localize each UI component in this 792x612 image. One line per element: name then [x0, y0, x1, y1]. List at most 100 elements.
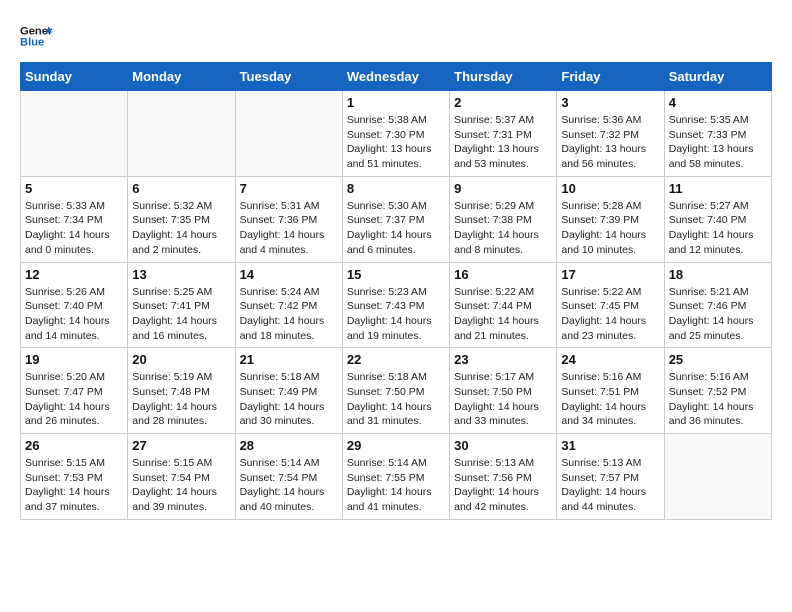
calendar-cell: 16Sunrise: 5:22 AMSunset: 7:44 PMDayligh… — [450, 262, 557, 348]
calendar-cell: 4 Sunrise: 5:35 AMSunset: 7:33 PMDaylight… — [664, 91, 771, 177]
calendar-cell — [664, 434, 771, 520]
day-info: Sunrise: 5:16 AMSunset: 7:51 PMDaylight:… — [561, 370, 659, 429]
calendar-cell — [235, 91, 342, 177]
calendar-cell: 2 Sunrise: 5:37 AMSunset: 7:31 PMDaylight… — [450, 91, 557, 177]
svg-text:Blue: Blue — [20, 37, 44, 49]
day-info: Sunrise: 5:28 AMSunset: 7:39 PMDaylight:… — [561, 199, 659, 258]
calendar-cell: 25 Sunrise: 5:16 AMSunset: 7:52 PMDayligh… — [664, 348, 771, 434]
calendar-cell: 26 Sunrise: 5:15 AMSunset: 7:53 PMDayligh… — [21, 434, 128, 520]
day-info: Sunrise: 5:37 AMSunset: 7:31 PMDaylight:… — [454, 113, 552, 172]
calendar-week-row: 12 Sunrise: 5:26 AMSunset: 7:40 PMDayligh… — [21, 262, 772, 348]
weekday-header-tuesday: Tuesday — [235, 63, 342, 91]
day-number: 21 — [240, 352, 338, 367]
day-info: Sunrise: 5:13 AMSunset: 7:57 PMDaylight:… — [561, 456, 659, 515]
day-number: 2 — [454, 95, 552, 110]
day-info: Sunrise: 5:32 AMSunset: 7:35 PMDaylight:… — [132, 199, 230, 258]
day-info: Sunrise: 5:35 AMSunset: 7:33 PMDaylight:… — [669, 113, 767, 172]
day-number: 6 — [132, 181, 230, 196]
calendar-cell: 7 Sunrise: 5:31 AMSunset: 7:36 PMDaylight… — [235, 176, 342, 262]
day-number: 14 — [240, 267, 338, 282]
day-number: 24 — [561, 352, 659, 367]
calendar-cell: 29Sunrise: 5:14 AMSunset: 7:55 PMDayligh… — [342, 434, 449, 520]
calendar-cell — [21, 91, 128, 177]
day-number: 12 — [25, 267, 123, 282]
weekday-header-wednesday: Wednesday — [342, 63, 449, 91]
day-number: 23 — [454, 352, 552, 367]
calendar-cell: 27 Sunrise: 5:15 AMSunset: 7:54 PMDayligh… — [128, 434, 235, 520]
day-info: Sunrise: 5:15 AMSunset: 7:53 PMDaylight:… — [25, 456, 123, 515]
calendar-cell: 8Sunrise: 5:30 AMSunset: 7:37 PMDaylight… — [342, 176, 449, 262]
calendar-cell: 28Sunrise: 5:14 AMSunset: 7:54 PMDayligh… — [235, 434, 342, 520]
calendar-cell: 22Sunrise: 5:18 AMSunset: 7:50 PMDayligh… — [342, 348, 449, 434]
day-number: 7 — [240, 181, 338, 196]
day-number: 27 — [132, 438, 230, 453]
day-info: Sunrise: 5:26 AMSunset: 7:40 PMDaylight:… — [25, 285, 123, 344]
calendar-cell: 6 Sunrise: 5:32 AMSunset: 7:35 PMDaylight… — [128, 176, 235, 262]
calendar-week-row: 1Sunrise: 5:38 AMSunset: 7:30 PMDaylight… — [21, 91, 772, 177]
calendar-cell: 5 Sunrise: 5:33 AMSunset: 7:34 PMDaylight… — [21, 176, 128, 262]
day-info: Sunrise: 5:22 AMSunset: 7:45 PMDaylight:… — [561, 285, 659, 344]
calendar-cell: 3 Sunrise: 5:36 AMSunset: 7:32 PMDaylight… — [557, 91, 664, 177]
day-info: Sunrise: 5:29 AMSunset: 7:38 PMDaylight:… — [454, 199, 552, 258]
day-info: Sunrise: 5:31 AMSunset: 7:36 PMDaylight:… — [240, 199, 338, 258]
calendar-cell: 20Sunrise: 5:19 AMSunset: 7:48 PMDayligh… — [128, 348, 235, 434]
calendar-cell: 19Sunrise: 5:20 AMSunset: 7:47 PMDayligh… — [21, 348, 128, 434]
calendar-cell: 15 Sunrise: 5:23 AMSunset: 7:43 PMDayligh… — [342, 262, 449, 348]
day-number: 29 — [347, 438, 445, 453]
calendar-cell: 13 Sunrise: 5:25 AMSunset: 7:41 PMDayligh… — [128, 262, 235, 348]
calendar-cell: 24 Sunrise: 5:16 AMSunset: 7:51 PMDayligh… — [557, 348, 664, 434]
day-number: 1 — [347, 95, 445, 110]
weekday-header-saturday: Saturday — [664, 63, 771, 91]
day-info: Sunrise: 5:21 AMSunset: 7:46 PMDaylight:… — [669, 285, 767, 344]
day-info: Sunrise: 5:14 AMSunset: 7:54 PMDaylight:… — [240, 456, 338, 515]
calendar-cell: 23 Sunrise: 5:17 AMSunset: 7:50 PMDayligh… — [450, 348, 557, 434]
day-number: 26 — [25, 438, 123, 453]
calendar-cell: 21 Sunrise: 5:18 AMSunset: 7:49 PMDayligh… — [235, 348, 342, 434]
day-number: 17 — [561, 267, 659, 282]
day-number: 19 — [25, 352, 123, 367]
calendar-cell: 11 Sunrise: 5:27 AMSunset: 7:40 PMDayligh… — [664, 176, 771, 262]
day-info: Sunrise: 5:36 AMSunset: 7:32 PMDaylight:… — [561, 113, 659, 172]
day-number: 31 — [561, 438, 659, 453]
weekday-header-sunday: Sunday — [21, 63, 128, 91]
day-number: 11 — [669, 181, 767, 196]
day-info: Sunrise: 5:16 AMSunset: 7:52 PMDaylight:… — [669, 370, 767, 429]
day-info: Sunrise: 5:15 AMSunset: 7:54 PMDaylight:… — [132, 456, 230, 515]
day-info: Sunrise: 5:18 AMSunset: 7:49 PMDaylight:… — [240, 370, 338, 429]
day-info: Sunrise: 5:13 AMSunset: 7:56 PMDaylight:… — [454, 456, 552, 515]
day-number: 3 — [561, 95, 659, 110]
day-info: Sunrise: 5:33 AMSunset: 7:34 PMDaylight:… — [25, 199, 123, 258]
day-number: 13 — [132, 267, 230, 282]
calendar-week-row: 19Sunrise: 5:20 AMSunset: 7:47 PMDayligh… — [21, 348, 772, 434]
logo: General Blue — [20, 20, 52, 52]
day-number: 8 — [347, 181, 445, 196]
day-number: 4 — [669, 95, 767, 110]
calendar-cell: 18Sunrise: 5:21 AMSunset: 7:46 PMDayligh… — [664, 262, 771, 348]
day-number: 25 — [669, 352, 767, 367]
day-number: 9 — [454, 181, 552, 196]
day-info: Sunrise: 5:17 AMSunset: 7:50 PMDaylight:… — [454, 370, 552, 429]
weekday-header-friday: Friday — [557, 63, 664, 91]
day-info: Sunrise: 5:23 AMSunset: 7:43 PMDaylight:… — [347, 285, 445, 344]
calendar-cell: 9 Sunrise: 5:29 AMSunset: 7:38 PMDaylight… — [450, 176, 557, 262]
day-info: Sunrise: 5:25 AMSunset: 7:41 PMDaylight:… — [132, 285, 230, 344]
calendar-cell: 10 Sunrise: 5:28 AMSunset: 7:39 PMDayligh… — [557, 176, 664, 262]
day-number: 5 — [25, 181, 123, 196]
calendar-cell: 17 Sunrise: 5:22 AMSunset: 7:45 PMDayligh… — [557, 262, 664, 348]
calendar-cell: 30Sunrise: 5:13 AMSunset: 7:56 PMDayligh… — [450, 434, 557, 520]
page-header: General Blue — [20, 20, 772, 52]
day-number: 10 — [561, 181, 659, 196]
calendar-cell: 14Sunrise: 5:24 AMSunset: 7:42 PMDayligh… — [235, 262, 342, 348]
day-number: 15 — [347, 267, 445, 282]
weekday-header-row: SundayMondayTuesdayWednesdayThursdayFrid… — [21, 63, 772, 91]
logo-icon: General Blue — [20, 20, 52, 52]
calendar-week-row: 26 Sunrise: 5:15 AMSunset: 7:53 PMDayligh… — [21, 434, 772, 520]
weekday-header-monday: Monday — [128, 63, 235, 91]
calendar-table: SundayMondayTuesdayWednesdayThursdayFrid… — [20, 62, 772, 520]
day-info: Sunrise: 5:27 AMSunset: 7:40 PMDaylight:… — [669, 199, 767, 258]
calendar-cell: 12 Sunrise: 5:26 AMSunset: 7:40 PMDayligh… — [21, 262, 128, 348]
day-info: Sunrise: 5:19 AMSunset: 7:48 PMDaylight:… — [132, 370, 230, 429]
day-info: Sunrise: 5:22 AMSunset: 7:44 PMDaylight:… — [454, 285, 552, 344]
calendar-cell — [128, 91, 235, 177]
calendar-cell: 1Sunrise: 5:38 AMSunset: 7:30 PMDaylight… — [342, 91, 449, 177]
